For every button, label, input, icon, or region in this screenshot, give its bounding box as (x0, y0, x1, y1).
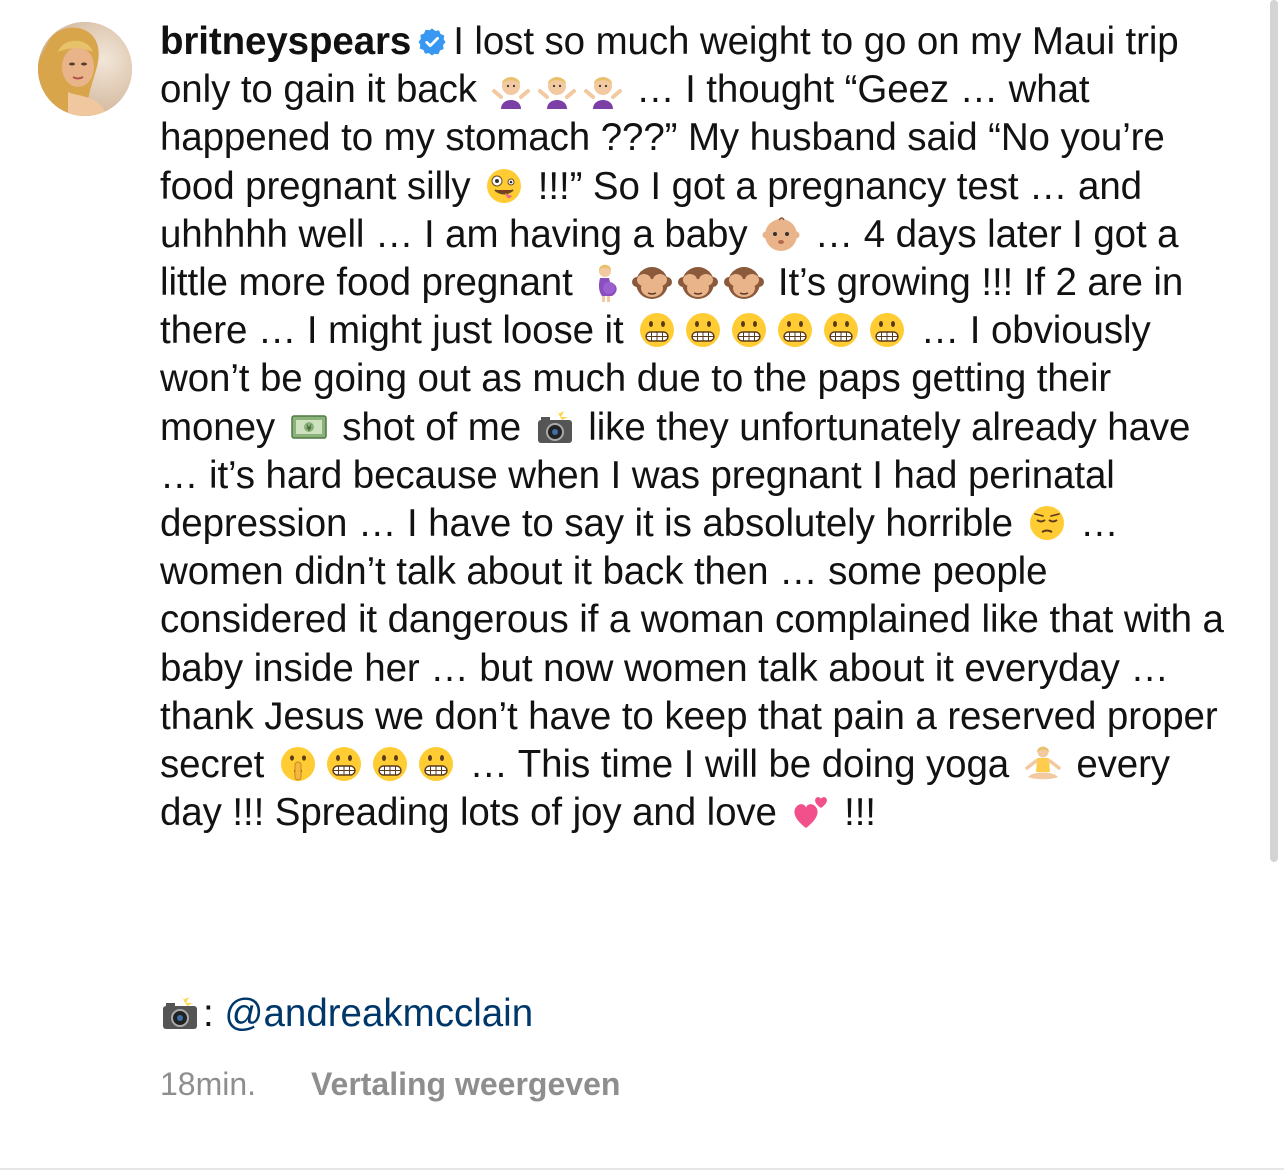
grimacing-face-emoji (683, 310, 723, 350)
grimacing-face-emoji (867, 310, 907, 350)
baby-emoji (761, 214, 801, 254)
person-lotus-position-emoji (1023, 744, 1063, 784)
post-timestamp: 18min. (160, 1066, 257, 1102)
photo-credit: : @andreakmcclain (160, 990, 533, 1038)
username[interactable]: britneyspears (160, 20, 411, 63)
person-shrugging-emoji (583, 69, 623, 110)
profile-avatar[interactable] (38, 22, 132, 116)
shushing-face-emoji (278, 744, 318, 784)
post-caption: britneyspears I lost so much weight to go… (160, 18, 1235, 837)
grimacing-face-emoji (821, 310, 861, 350)
translate-button[interactable]: Vertaling weergeven (311, 1066, 620, 1102)
camera-with-flash-emoji (535, 407, 575, 447)
two-hearts-emoji (790, 792, 830, 832)
post-meta: 18min. Vertaling weergeven (160, 1062, 620, 1106)
grimacing-face-emoji (775, 310, 815, 350)
person-shrugging-emoji (491, 69, 531, 110)
photo-credit-separator: : (203, 992, 214, 1035)
see-no-evil-monkey-emoji (678, 262, 719, 302)
grimacing-face-emoji (637, 310, 677, 350)
caption-text-10: … This time I will be doing yoga (469, 743, 1010, 787)
grimacing-face-emoji (324, 744, 364, 784)
mention-link[interactable]: @andreakmcclain (224, 992, 533, 1035)
grimacing-face-emoji (370, 744, 410, 784)
scrollbar[interactable] (1270, 0, 1278, 862)
banknote-emoji: ¥ (289, 407, 329, 447)
grimacing-face-emoji (729, 310, 769, 350)
caption-text-7: shot of me (342, 405, 522, 449)
avatar-photo-icon (38, 22, 132, 116)
camera-with-flash-emoji (160, 993, 200, 1033)
instagram-post: britneyspears I lost so much weight to go… (0, 0, 1284, 1170)
pregnant-woman-emoji (586, 262, 626, 303)
caption-text-12: !!! (844, 791, 876, 835)
verified-badge-icon (417, 21, 447, 56)
see-no-evil-monkey-emoji (724, 262, 765, 302)
person-shrugging-emoji (537, 69, 577, 110)
zany-face-emoji (484, 166, 524, 206)
pensive-face-emoji (1027, 503, 1067, 543)
svg-text:¥: ¥ (306, 424, 312, 434)
grimacing-face-emoji (416, 744, 456, 784)
see-no-evil-monkey-emoji (632, 262, 673, 302)
